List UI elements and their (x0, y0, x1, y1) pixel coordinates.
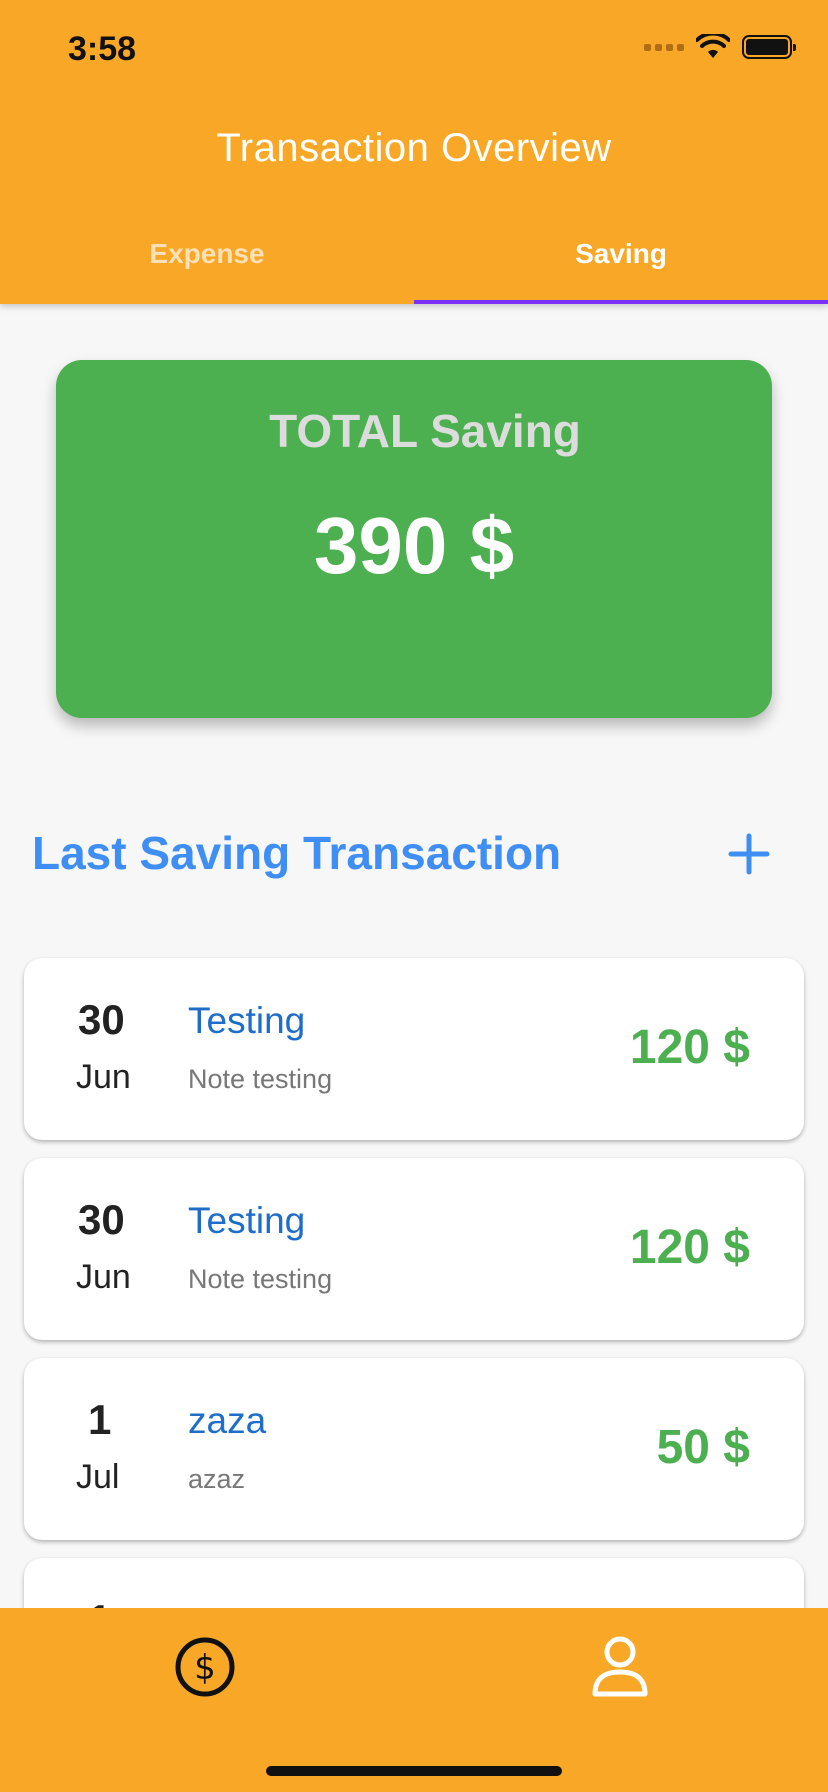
home-indicator (266, 1766, 562, 1776)
transaction-amount: 120 $ (629, 1221, 750, 1274)
transaction-amount: 120 $ (629, 1021, 750, 1074)
section-title: Last Saving Transaction (32, 827, 562, 879)
tab-saving[interactable]: Saving (414, 222, 828, 304)
transaction-amount: 50 $ (656, 1421, 750, 1474)
app-header: 3:58 Transaction Overview Expense Saving (0, 0, 828, 304)
transaction-note: Note testing (188, 1064, 333, 1094)
user-icon (592, 1636, 648, 1697)
svg-text:$: $ (194, 1648, 216, 1688)
wifi-icon (696, 34, 730, 58)
transaction-title: Testing (188, 1000, 306, 1041)
transaction-title: zaza (188, 1400, 267, 1441)
transaction-day: 1 (88, 1396, 112, 1443)
signal-icon (644, 43, 684, 51)
transaction-card[interactable]: 30 Jun Testing Note testing 120 $ (24, 1158, 804, 1340)
tab-bar: Expense Saving (0, 222, 828, 304)
battery-icon (742, 35, 796, 59)
total-saving-amount: 390 $ (313, 501, 515, 590)
transaction-month: Jun (76, 1058, 131, 1096)
transaction-card[interactable]: 1 Jul zaza azaz 50 $ (24, 1358, 804, 1540)
nav-expense-button[interactable]: $ (174, 1636, 236, 1698)
transaction-note: azaz (188, 1464, 246, 1494)
transaction-note: Note testing (188, 1264, 333, 1294)
tab-expense[interactable]: Expense (0, 222, 414, 304)
bottom-nav: $ (0, 1608, 828, 1792)
dollar-circle-icon: $ (175, 1637, 235, 1697)
transaction-day: 30 (78, 1196, 125, 1243)
transaction-card[interactable]: 30 Jun Testing Note testing 120 $ (24, 958, 804, 1140)
total-saving-label: TOTAL Saving (269, 405, 581, 457)
add-transaction-button[interactable] (724, 826, 774, 882)
transaction-day: 30 (78, 996, 125, 1043)
transaction-month: Jul (76, 1458, 120, 1496)
nav-profile-button[interactable] (590, 1634, 650, 1700)
status-time: 3:58 (68, 30, 137, 68)
plus-icon (728, 833, 770, 875)
total-saving-card: TOTAL Saving 390 $ (56, 360, 772, 718)
transaction-month: Jun (76, 1258, 131, 1296)
page-title: Transaction Overview (216, 126, 612, 170)
status-icons (644, 34, 796, 60)
transaction-title: Testing (188, 1200, 306, 1241)
